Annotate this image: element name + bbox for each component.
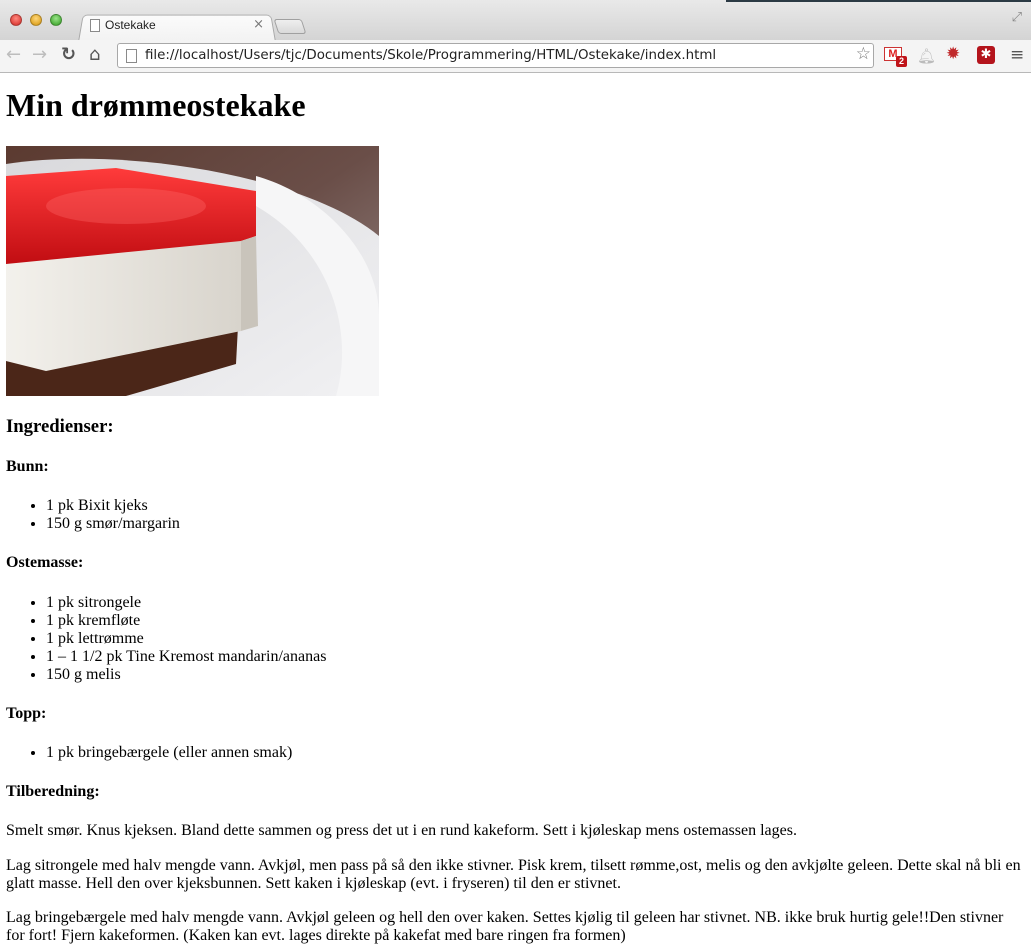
gmail-badge: 2 <box>896 56 908 67</box>
ingredients-heading: Ingredienser: <box>6 416 114 437</box>
bell-icon[interactable]: 🔔︎ <box>917 47 936 67</box>
list-item: 150 g smør/margarin <box>46 515 180 533</box>
list-item: 1 pk Bixit kjeks <box>46 497 180 515</box>
new-tab-button[interactable] <box>273 19 307 34</box>
window-minimize-button[interactable] <box>30 14 42 26</box>
window-close-button[interactable] <box>10 14 22 26</box>
browser-toolbar: ← → ↻ ⌂ file://localhost/Users/tjc/Docum… <box>0 40 1031 73</box>
list-item: 1 pk sitrongele <box>46 594 326 612</box>
page-title: Min drømmeostekake <box>6 87 306 123</box>
step-paragraph: Lag sitrongele med halv mengde vann. Avk… <box>6 857 1021 892</box>
ostemasse-heading: Ostemasse: <box>6 554 84 571</box>
tab-ostekake[interactable]: Ostekake × <box>90 17 270 37</box>
ostemasse-list: 1 pk sitrongele 1 pk kremfløte 1 pk lett… <box>6 594 326 684</box>
window-zoom-button[interactable] <box>50 14 62 26</box>
forward-icon[interactable]: → <box>32 44 47 66</box>
tab-close-icon[interactable]: × <box>253 17 264 32</box>
browser-titlebar: Ostekake × ⤢ <box>0 0 1031 43</box>
url-text[interactable]: file://localhost/Users/tjc/Documents/Sko… <box>145 48 716 63</box>
list-item: 1 pk lettrømme <box>46 630 326 648</box>
topp-heading: Topp: <box>6 705 47 722</box>
home-icon[interactable]: ⌂ <box>89 44 100 66</box>
list-item: 1 pk bringebærgele (eller annen smak) <box>46 744 292 762</box>
page-icon <box>126 49 137 63</box>
titlebar-edge <box>726 0 1031 2</box>
tilberedning-heading: Tilberedning: <box>6 783 100 800</box>
cheesecake-image <box>6 146 379 396</box>
step-paragraph: Smelt smør. Knus kjeksen. Bland dette sa… <box>6 822 797 839</box>
menu-icon[interactable]: ≡ <box>1010 45 1024 65</box>
tab-title: Ostekake <box>105 18 156 32</box>
fullscreen-icon[interactable]: ⤢ <box>1012 10 1022 25</box>
page-icon <box>90 19 100 32</box>
bunn-heading: Bunn: <box>6 458 49 475</box>
topp-list: 1 pk bringebærgele (eller annen smak) <box>6 744 292 762</box>
list-item: 1 – 1 1/2 pk Tine Kremost mandarin/anana… <box>46 648 326 666</box>
list-item: 1 pk kremfløte <box>46 612 326 630</box>
gear-icon[interactable]: ✹ <box>946 44 960 64</box>
step-paragraph: Lag bringebærgele med halv mengde vann. … <box>6 909 1004 944</box>
gmail-icon[interactable]: M 2 <box>884 47 908 67</box>
back-icon[interactable]: ← <box>6 44 21 66</box>
bunn-list: 1 pk Bixit kjeks 150 g smør/margarin <box>6 497 180 533</box>
reload-icon[interactable]: ↻ <box>61 44 76 66</box>
address-bar[interactable]: file://localhost/Users/tjc/Documents/Sko… <box>117 43 874 68</box>
lastpass-icon[interactable]: ✱ <box>977 46 995 64</box>
star-icon[interactable]: ☆ <box>856 44 871 64</box>
list-item: 150 g melis <box>46 666 326 684</box>
